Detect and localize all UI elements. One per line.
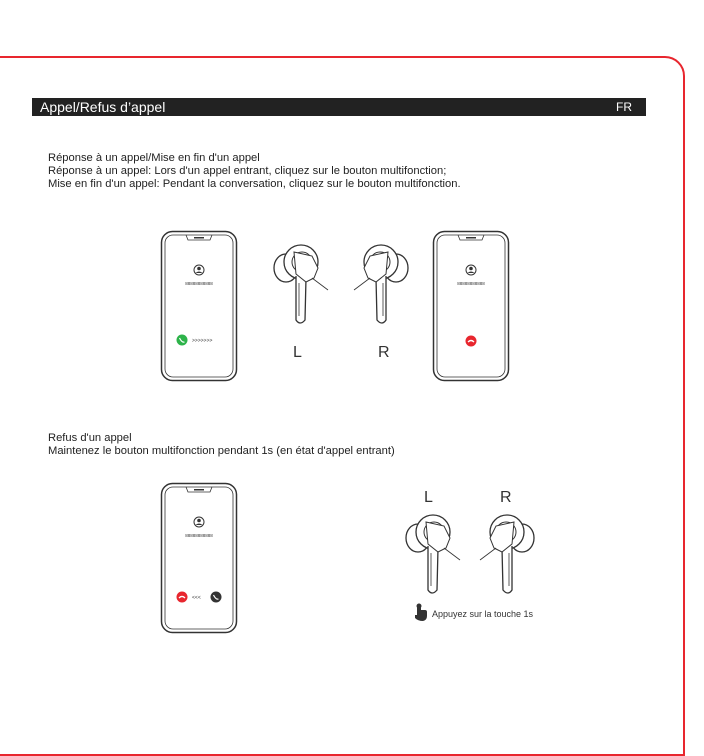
- instruction-line: Mise en fin d'un appel: Pendant la conve…: [48, 177, 461, 190]
- section-header: Appel/Refus d’appel FR: [32, 98, 646, 116]
- language-tag: FR: [616, 100, 632, 114]
- section-title: Appel/Refus d’appel: [40, 99, 166, 115]
- instruction-line: Maintenez le bouton multifonction pendan…: [48, 444, 395, 457]
- phone-reject-illustration: 88888888888 <<<: [160, 482, 238, 634]
- right-earbud-label: R: [378, 344, 390, 361]
- instruction-heading: Refus d'un appel: [48, 432, 132, 444]
- answer-call-icon: [176, 334, 188, 346]
- instruction-heading: Réponse à un appel/Mise en fin d'un appe…: [48, 152, 260, 164]
- press-hint-text: Appuyez sur la touche 1s: [432, 609, 534, 619]
- earbud-right-hold-illustration: [479, 514, 535, 594]
- phone-incoming-illustration: 88888888888 >>>>>>>: [160, 230, 238, 382]
- answer-call-instructions: Réponse à un appel/Mise en fin d'un appe…: [48, 152, 461, 190]
- hand-press-icon: [415, 603, 427, 621]
- caller-number: 88888888888: [457, 281, 485, 286]
- instruction-line: Réponse à un appel: Lors d'un appel entr…: [48, 164, 447, 177]
- left-earbud-label: L: [424, 489, 433, 506]
- phone-in-call-illustration: 88888888888: [432, 230, 510, 382]
- right-earbud-label: R: [500, 489, 512, 506]
- caller-number: 88888888888: [185, 533, 213, 538]
- earbud-left-illustration: [273, 244, 329, 324]
- swipe-arrows: >>>>>>>: [192, 338, 213, 344]
- left-earbud-label: L: [293, 344, 302, 361]
- earbud-right-illustration: [353, 244, 409, 324]
- incoming-call-icon: [210, 591, 222, 603]
- reject-call-instructions: Refus d'un appel Maintenez le bouton mul…: [48, 432, 395, 458]
- reject-arrows: <<<: [192, 595, 201, 601]
- caller-number: 88888888888: [185, 281, 213, 286]
- earbud-left-hold-illustration: [405, 514, 461, 594]
